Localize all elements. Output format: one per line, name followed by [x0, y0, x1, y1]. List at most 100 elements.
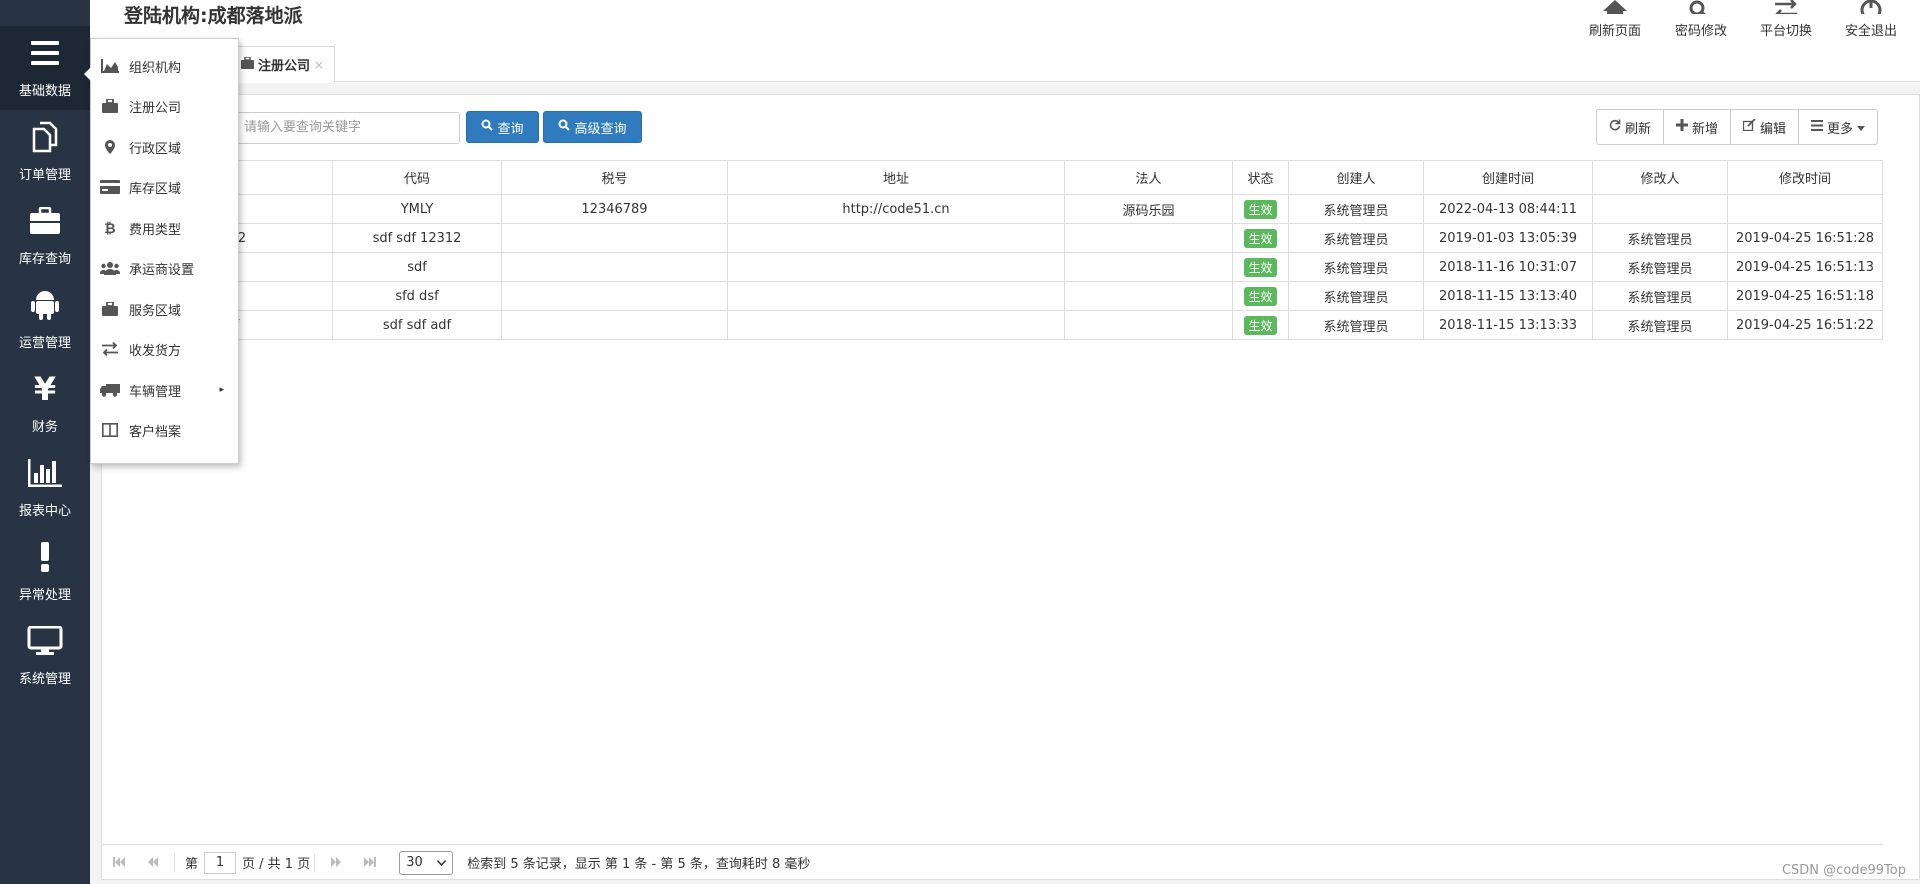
table-row[interactable]: d dsf sfd dsf 生效 系统管理员 2018-11-15 13:13:… — [102, 282, 1883, 311]
switch-platform-button[interactable]: 平台切换 — [1751, 0, 1821, 39]
next-page-icon[interactable] — [319, 856, 353, 870]
edit-label: 编辑 — [1760, 121, 1787, 137]
menu-caret — [84, 67, 91, 81]
cell-legal: 源码乐园 — [1065, 195, 1233, 223]
table-row[interactable]: df 12312 sdf sdf 12312 生效 系统管理员 2019-01-… — [102, 224, 1883, 253]
column-header-tax[interactable]: 税号 — [502, 161, 728, 194]
change-password-button[interactable]: 密码修改 — [1666, 0, 1736, 39]
cell-address — [728, 282, 1065, 310]
sidebar-item-operations[interactable]: 运营管理 — [0, 278, 90, 362]
cell-code: YMLY — [333, 195, 502, 223]
search-icon — [481, 119, 494, 135]
cell-modified — [1728, 195, 1883, 223]
refresh-button[interactable]: 刷新 — [1597, 110, 1665, 144]
cell-creator: 系统管理员 — [1289, 253, 1424, 281]
add-label: 新增 — [1692, 121, 1719, 137]
cell-code: sdf sdf 12312 — [333, 224, 502, 252]
column-header-created[interactable]: 创建时间 — [1424, 161, 1593, 194]
column-header-creator[interactable]: 创建人 — [1289, 161, 1424, 194]
menu-item-label: 车辆管理 — [129, 384, 182, 400]
sidebar-item-system[interactable]: 系统管理 — [0, 614, 90, 698]
cell-legal — [1065, 282, 1233, 310]
refresh-page-label: 刷新页面 — [1588, 24, 1641, 39]
first-page-icon[interactable] — [102, 856, 136, 870]
query-button[interactable]: 查询 — [466, 111, 539, 143]
sidebar-item-reports[interactable]: 报表中心 — [0, 446, 90, 530]
refresh-page-button[interactable]: 刷新页面 — [1580, 0, 1650, 39]
menu-item-shipper-receiver[interactable]: 收发货方 — [91, 329, 238, 369]
edit-button[interactable]: 编辑 — [1731, 110, 1800, 144]
column-header-address[interactable]: 地址 — [728, 161, 1065, 194]
cell-creator: 系统管理员 — [1289, 195, 1424, 223]
menu-item-fee-type[interactable]: ₿ 费用类型 — [91, 208, 238, 248]
menu-item-admin-region[interactable]: 行政区域 — [91, 127, 238, 167]
column-header-status[interactable]: 状态 — [1233, 161, 1289, 194]
menu-item-customer-archive[interactable]: 客户档案 — [91, 410, 238, 450]
search-icon — [558, 119, 571, 135]
list-icon — [1811, 119, 1824, 135]
cell-status: 生效 — [1233, 195, 1289, 223]
cell-modifier: 系统管理员 — [1593, 282, 1728, 310]
tab-label: 注册公司 — [258, 59, 311, 74]
menu-item-label: 注册公司 — [129, 100, 182, 116]
last-page-icon[interactable] — [353, 856, 387, 870]
cell-status: 生效 — [1233, 282, 1289, 310]
cell-code: sfd dsf — [333, 282, 502, 310]
column-header-legal[interactable]: 法人 — [1065, 161, 1233, 194]
column-header-modified[interactable]: 修改时间 — [1728, 161, 1883, 194]
table-row[interactable]: sdf sdf 生效 系统管理员 2018-11-16 10:31:07 系统管… — [102, 253, 1883, 282]
page-size-select[interactable]: 30 — [399, 850, 454, 875]
plus-icon — [1676, 119, 1689, 135]
sidebar-item-basic-data[interactable]: 基础数据 — [0, 26, 90, 110]
truck-icon — [91, 383, 129, 397]
cell-created: 2018-11-15 13:13:40 — [1424, 282, 1593, 310]
yen-icon: ¥ — [33, 370, 57, 408]
sidebar-item-inventory[interactable]: 库存查询 — [0, 194, 90, 278]
menu-item-stock-region[interactable]: 库存区域 — [91, 167, 238, 207]
copy-icon — [0, 120, 90, 154]
exclamation-icon — [0, 540, 90, 574]
cell-modifier: 系统管理员 — [1593, 311, 1728, 339]
query-button-label: 查询 — [497, 121, 524, 137]
sidebar: 基础数据 订单管理 库存查询 运营管理 ¥ 财务 报表中心 异常处理 系统管理 — [0, 0, 90, 884]
prev-page-icon[interactable] — [136, 856, 170, 870]
sidebar-item-orders[interactable]: 订单管理 — [0, 110, 90, 194]
menu-item-service-region[interactable]: 服务区域 — [91, 289, 238, 329]
edit-icon — [1742, 118, 1756, 135]
tab-register-company[interactable]: 注册公司 × — [228, 46, 336, 82]
briefcase-icon — [241, 55, 254, 73]
power-icon — [1836, 0, 1906, 14]
menu-item-label: 承运商设置 — [129, 262, 195, 278]
more-button[interactable]: 更多 — [1799, 110, 1877, 144]
menu-item-organization[interactable]: 组织机构 — [91, 46, 238, 86]
sidebar-item-exceptions[interactable]: 异常处理 — [0, 530, 90, 614]
cell-created: 2019-01-03 13:05:39 — [1424, 224, 1593, 252]
advanced-query-label: 高级查询 — [574, 121, 627, 137]
menu-item-carrier-settings[interactable]: 承运商设置 — [91, 248, 238, 288]
column-header-modifier[interactable]: 修改人 — [1593, 161, 1728, 194]
status-badge: 生效 — [1244, 315, 1277, 335]
page-size-value: 30 — [406, 855, 423, 870]
page-number-input[interactable]: 1 — [204, 851, 237, 874]
home-icon — [1580, 0, 1650, 14]
add-button[interactable]: 新增 — [1664, 110, 1732, 144]
menu-item-register-company[interactable]: 注册公司 — [91, 86, 238, 126]
area-chart-icon — [91, 59, 129, 73]
advanced-query-button[interactable]: 高级查询 — [543, 111, 642, 143]
credit-card-icon — [91, 180, 129, 194]
cell-address: http://code51.cn — [728, 195, 1065, 223]
logout-button[interactable]: 安全退出 — [1836, 0, 1906, 39]
sidebar-item-finance[interactable]: ¥ 财务 — [0, 362, 90, 446]
cell-creator: 系统管理员 — [1289, 311, 1424, 339]
cell-tax — [502, 311, 728, 339]
briefcase-icon — [91, 99, 129, 113]
table-row[interactable]: 码乐园 YMLY 12346789 http://code51.cn 源码乐园 … — [102, 195, 1883, 224]
cell-modified: 2019-04-25 16:51:13 — [1728, 253, 1883, 281]
refresh-label: 刷新 — [1625, 121, 1652, 137]
menu-item-vehicle-management[interactable]: 车辆管理 ▸ — [91, 370, 238, 410]
cell-tax — [502, 282, 728, 310]
map-marker-icon — [91, 140, 129, 154]
close-icon[interactable]: × — [314, 58, 324, 72]
column-header-code[interactable]: 代码 — [333, 161, 502, 194]
table-row[interactable]: sdf adf sdf sdf adf 生效 系统管理员 2018-11-15 … — [102, 311, 1883, 340]
